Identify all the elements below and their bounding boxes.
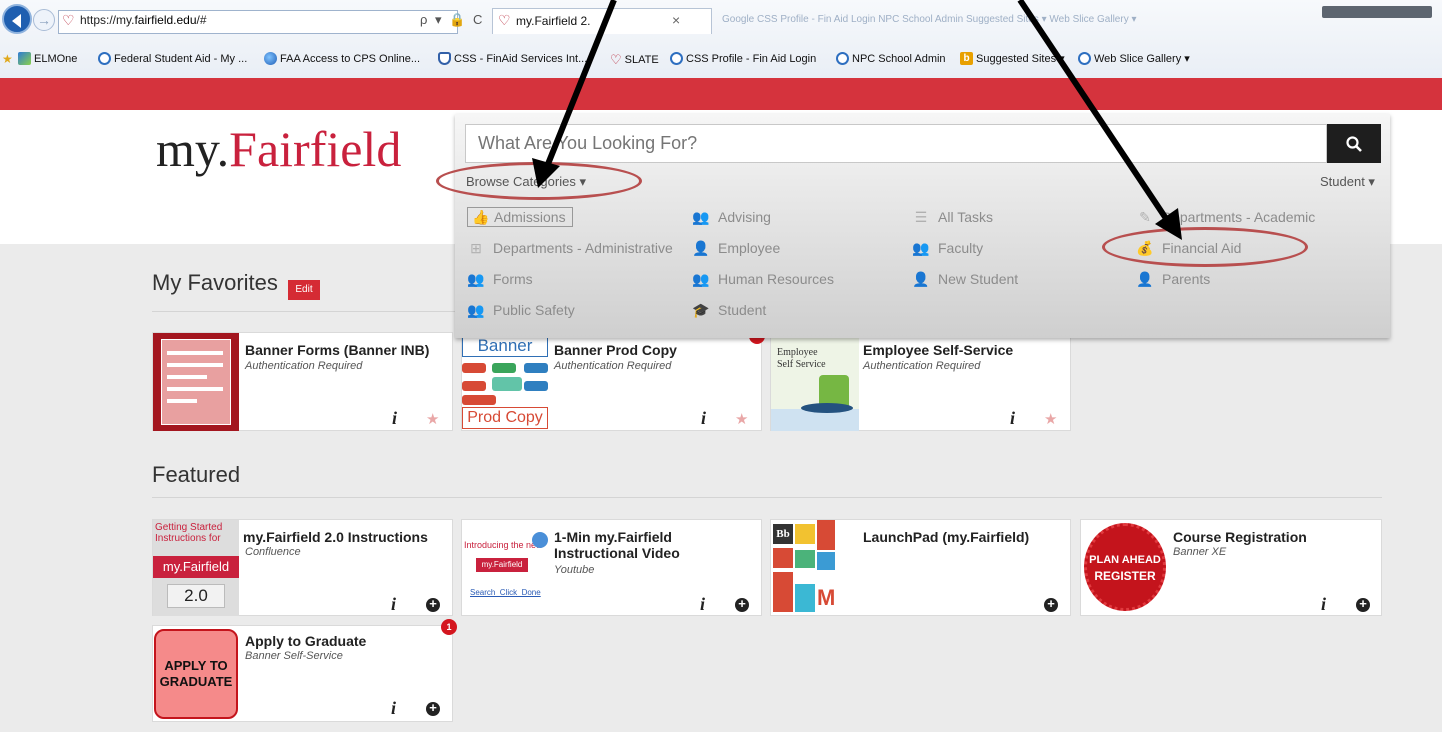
annotation-arrowhead-left xyxy=(532,158,560,188)
annotation-arrow-right xyxy=(1017,0,1170,222)
annotation-arrows xyxy=(532,0,1182,240)
annotation-arrow-left xyxy=(545,0,617,166)
